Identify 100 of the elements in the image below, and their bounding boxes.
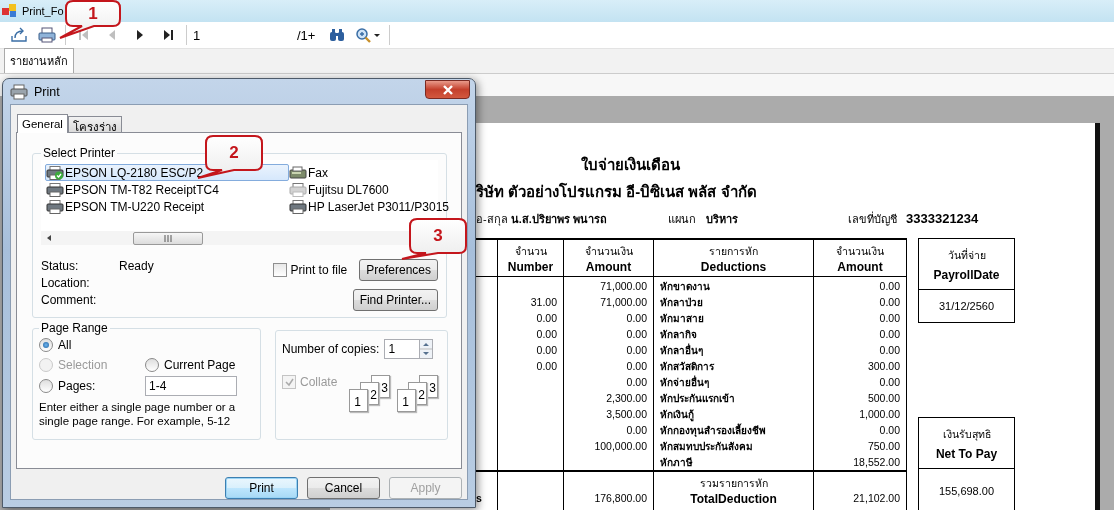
table-cell: 3,500.00 [606,408,647,420]
table-cell: 0.00 [879,312,900,324]
table-cell: 1,000.00 [859,408,900,420]
table-cell: 0.00 [626,376,647,388]
net-pay-amount: 155,698.00 [938,485,995,497]
printer-item[interactable]: HP LaserJet P3011/P3015 [288,198,456,215]
table-cell: 0.00 [879,328,900,340]
table-cell: 0.00 [626,424,647,436]
pages-field[interactable]: 1-4 [145,376,237,396]
page-total: /1+ [297,27,316,43]
printer-item[interactable]: Fax [288,164,335,181]
callout-number: 3 [433,226,443,246]
table-cell-text: หักลาป่วย [660,295,703,310]
find-printer-button[interactable]: Find Printer... [352,289,438,311]
box-header: PayrollDate [933,267,1000,282]
table-cell: 176,800.00 [594,491,647,504]
table-cell: 0.00 [536,360,557,372]
account-number: 3333321234 [906,211,980,226]
table-cell-text: หักขาดงาน [660,279,710,294]
table-cell-text: หักมาสาย [660,311,704,326]
radio-label: Pages: [58,379,96,393]
box-header: Net To Pay [935,446,998,461]
table-cell: 0.00 [879,280,900,292]
table-cell-text: หักลากิจ [660,327,697,342]
page-number: 2 [418,389,426,402]
table-cell: 500.00 [867,392,900,404]
window-title: Print_Fo [22,5,64,17]
group-label: Page Range [40,321,109,335]
table-cell-text: หักสมทบประกันสังคม [660,439,753,454]
table-cell: 750.00 [867,440,900,452]
table-cell: 0.00 [626,360,647,372]
dialog-tab[interactable]: General [17,114,68,133]
employee-name: น.ส.ปริยาพร พนารถ [510,213,607,225]
checkbox-label: Print to file [290,263,348,277]
table-cell: หักกองทุนสำรองเลี้ยงชีพ [660,422,766,438]
printer-item[interactable]: Fujitsu DL7600 [288,181,396,198]
printer-item[interactable]: EPSON TM-T82 ReceiptTC4 [45,181,226,198]
copies-label: Number of copies: [282,342,380,356]
column-header: จำนวนเงิน [584,243,633,259]
table-cell: 0.00 [879,376,900,388]
department-value: บริหาร [706,212,739,227]
table-cell: 100,000.00 [594,440,647,452]
page-number: 1 [402,396,410,409]
page-number: 3 [429,382,437,395]
table-cell: 31.00 [530,296,557,308]
preferences-button[interactable]: Preferences [359,259,438,281]
dialog-title: Print [34,84,60,99]
table-cell: 0.00 [879,344,900,356]
comment-label: Comment: [41,293,98,309]
department-label: แผนก [668,212,697,227]
copies-field[interactable]: 1 [384,339,420,359]
table-cell: 0.00 [879,424,900,436]
dialog-tab[interactable]: โครงร่าง [67,116,122,132]
table-cell: 0.00 [626,344,647,356]
table-cell: 0.00 [626,328,647,340]
table-cell-text: หักเงินกู้ [660,407,694,422]
table-cell: 0.00 [626,312,647,324]
column-header: รายการหัก [709,243,758,259]
column-header: จำนวน [514,243,547,259]
table-cell: 0.00 [536,344,557,356]
company-name: ริษัท ตัวอย่างโปรแกรม อี-บิซิเนส พลัส จำกัด [476,182,758,202]
table-cell: 71,000.00 [600,280,647,292]
callout-number: 1 [88,3,98,24]
table-cell: 300.00 [867,360,900,372]
payroll-date: 31/12/2560 [938,300,995,312]
status-value: Ready [119,259,154,275]
table-cell: 21,102.00 [853,491,900,504]
radio-label: Selection [58,358,108,372]
dialog-button[interactable]: Print [225,477,298,499]
checkbox-label: Collate [300,375,338,389]
page-number: 3 [381,382,389,395]
table-cell: 2,300.00 [606,392,647,404]
total-label: TotalDeduction [690,492,777,506]
table-cell: s [476,491,482,504]
page-number: 2 [370,389,378,402]
table-cell: 0.00 [536,328,557,340]
group-label: Select Printer [42,146,117,160]
name-label: อ-สกุล [476,213,508,225]
table-cell: หักจ่ายอื่นๆ [660,374,709,390]
box-header: เงินรับสุทธิ [942,426,991,443]
printer-item[interactable]: EPSON TM-U220 Receipt [45,198,212,215]
report-tab[interactable]: รายงานหลัก [4,48,74,73]
column-header: Number [507,259,554,274]
table-cell-text: หักประกันแรกเข้า [660,391,735,406]
page-range-hint: Enter either a single page number or a single page range. For example, 5-12 [39,400,237,428]
table-cell: 18,552.00 [853,456,900,468]
table-cell: 0.00 [536,312,557,324]
page-number: 1 [354,396,362,409]
column-header: Deductions [700,259,767,274]
total-label: รวมรายการหัก [699,476,768,491]
table-cell: 71,000.00 [600,296,647,308]
column-header: จำนวนเงิน [836,243,884,259]
status-label: Status: [41,259,80,275]
report-title: ใบจ่ายเงินเดือน [580,155,681,175]
radio-label: Current Page [164,358,236,372]
radio-label: All [58,338,72,352]
dialog-button[interactable]: Cancel [307,477,380,499]
column-header: Amount [837,259,883,274]
table-cell: หักลาอื่นๆ [660,342,703,358]
location-label: Location: [41,276,91,292]
